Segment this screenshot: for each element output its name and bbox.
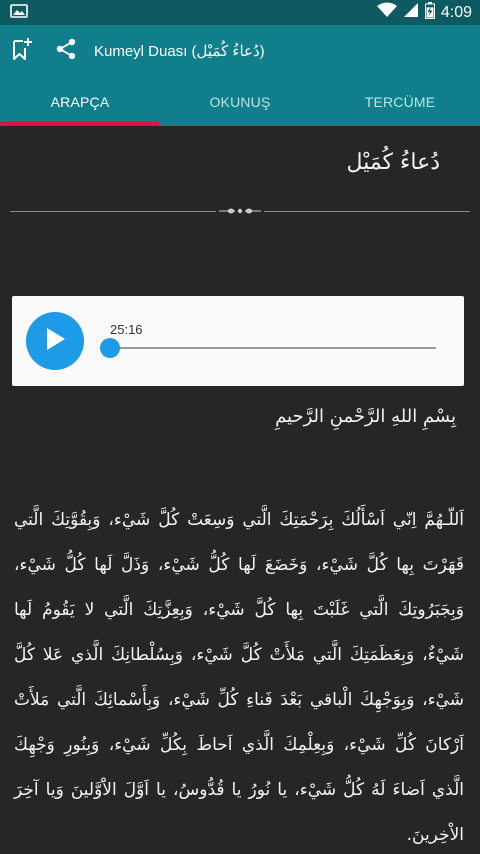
tab-okunus[interactable]: OKUNUŞ [160,77,320,126]
play-button[interactable] [26,312,84,370]
battery-icon [424,1,435,24]
signal-icon [403,2,419,23]
clock: 4:09 [440,3,472,21]
seek-bar-track[interactable] [110,347,436,349]
picture-icon [10,3,28,22]
play-icon [43,326,67,356]
seek-bar-thumb[interactable] [100,338,120,358]
divider-line-left [10,210,216,212]
prayer-title: دُعاءُ كُمَيْل [346,150,440,175]
divider-line-right [264,210,470,212]
wifi-icon [376,2,397,23]
prayer-text: اَللّـهُمَّ اِنّي اَسْأَلُكَ بِرَحْمَتِك… [14,510,464,845]
tab-tercume[interactable]: TERCÜME [320,77,480,126]
ornament-divider [10,204,470,218]
app-title: Kumeyl Duası (دُعاءُ كُمَيْل) [94,43,265,60]
share-icon [55,38,77,64]
status-bar: 4:09 [0,0,480,25]
bookmark-add-button[interactable] [0,25,44,77]
app-bar: Kumeyl Duası (دُعاءُ كُمَيْل) [0,25,480,77]
basmala: بِسْمِ اللهِ الرَّحْمنِ الرَّحيمِ [275,406,456,427]
bookmark-add-icon [11,37,33,65]
tab-bar: ARAPÇA OKUNUŞ TERCÜME [0,77,480,126]
audio-duration: 25:16 [110,322,143,337]
audio-player: 25:16 [12,296,464,386]
ornament-icon [216,204,264,218]
content-area: دُعاءُ كُمَيْل 25:16 بِسْمِ اللهِ الرَّح… [0,126,480,854]
share-button[interactable] [44,25,88,77]
tab-arapca[interactable]: ARAPÇA [0,77,160,126]
